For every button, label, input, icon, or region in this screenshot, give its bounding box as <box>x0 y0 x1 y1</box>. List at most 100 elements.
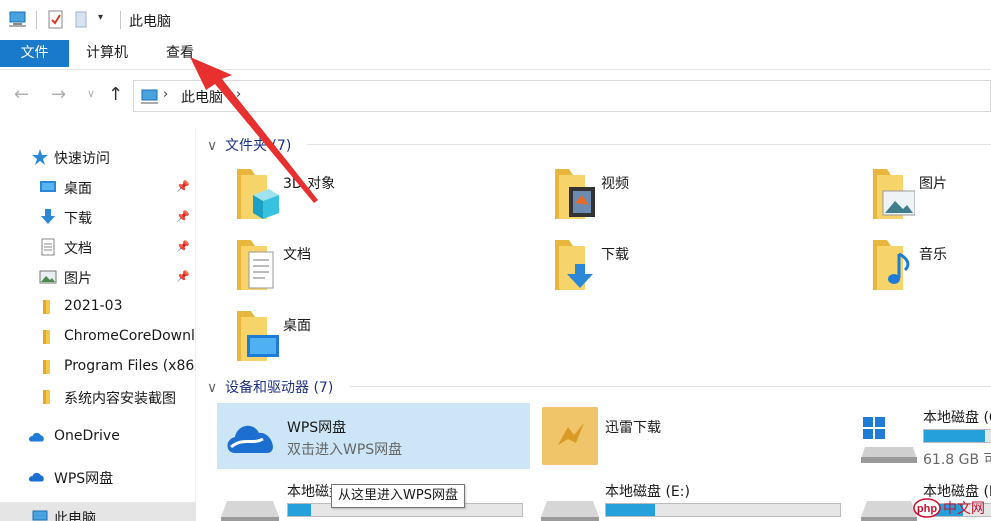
up-arrow-icon[interactable]: ↑ <box>108 84 123 105</box>
nav-item-pictures[interactable]: 图片 📌 <box>0 262 196 292</box>
window-title: 此电脑 <box>129 14 171 30</box>
svg-text:中文网: 中文网 <box>943 501 985 517</box>
chevron-down-icon[interactable]: ∨ <box>207 138 219 154</box>
divider-icon <box>36 11 37 29</box>
videos-folder-icon <box>555 169 595 219</box>
customize-quick-access-icon[interactable]: ▾ <box>98 12 103 23</box>
drive-xunlei[interactable]: 迅雷下载 <box>537 403 847 469</box>
nav-item-this-pc[interactable]: 此电脑 <box>0 502 196 521</box>
folders-section-header[interactable]: ∨ 文件夹 (7) <box>207 135 291 155</box>
desktop-folder-icon <box>237 311 279 361</box>
pin-icon[interactable]: 📌 <box>176 240 190 254</box>
computer-icon <box>9 11 26 27</box>
nav-item-desktop[interactable]: 桌面 📌 <box>0 172 196 202</box>
windows-drive-icon <box>861 417 917 463</box>
item-label: 下载 <box>601 247 629 263</box>
tab-computer[interactable]: 计算机 <box>86 40 128 68</box>
pin-icon[interactable]: 📌 <box>176 180 190 194</box>
folder-item-videos[interactable]: 视频 <box>529 165 829 229</box>
this-pc-icon <box>141 89 158 104</box>
drive-wps-cloud[interactable]: WPS网盘 双击进入WPS网盘 <box>217 403 530 469</box>
item-label: 文档 <box>283 247 311 263</box>
breadcrumb-chevron-icon[interactable]: › <box>236 87 241 102</box>
recent-locations-chevron-icon[interactable]: ∨ <box>87 87 95 100</box>
breadcrumb-chevron-icon[interactable]: › <box>163 87 168 102</box>
nav-label: 文档 <box>64 241 92 257</box>
drive-subtitle: 双击进入WPS网盘 <box>287 442 403 458</box>
back-arrow-icon[interactable]: ← <box>14 84 29 105</box>
nav-label: 桌面 <box>64 181 92 197</box>
breadcrumb-this-pc[interactable]: 此电脑 <box>181 87 223 107</box>
folder-item-3d-objects[interactable]: 3D 对象 <box>211 165 511 229</box>
item-label: 视频 <box>601 176 629 192</box>
nav-item-folder-2021-03[interactable]: 2021-03 <box>0 292 196 322</box>
item-label: 图片 <box>919 176 947 192</box>
folder-icon <box>43 330 50 344</box>
folder-item-downloads[interactable]: 下载 <box>529 236 829 300</box>
hard-drive-icon <box>221 501 279 521</box>
drive-name: 本地磁盘 (C:) <box>923 410 991 426</box>
folder-item-documents[interactable]: 文档 <box>211 236 511 300</box>
hard-drive-icon <box>541 501 599 521</box>
chevron-down-icon[interactable]: ∨ <box>207 380 219 396</box>
nav-item-folder-screenshots[interactable]: 系统内容安装截图 <box>0 382 196 412</box>
drive-local-e[interactable]: 本地磁盘 (E:) <box>537 477 847 521</box>
title-separator <box>120 11 121 29</box>
nav-label: 快速访问 <box>54 151 110 167</box>
wps-cloud-icon <box>227 425 273 453</box>
folder-icon <box>43 300 50 314</box>
drive-usage-bar <box>605 503 841 517</box>
wps-cloud-icon <box>29 472 44 482</box>
forward-arrow-icon[interactable]: → <box>51 84 66 105</box>
picture-icon <box>39 270 57 284</box>
pin-icon[interactable]: 📌 <box>176 210 190 224</box>
address-bar[interactable]: › 此电脑 › <box>133 80 991 112</box>
nav-item-quick-access[interactable]: 快速访问 <box>0 142 196 172</box>
tooltip: 从这里进入WPS网盘 <box>331 484 465 508</box>
drive-usage-fill <box>924 430 985 442</box>
item-label: 桌面 <box>283 318 311 334</box>
nav-label: 系统内容安装截图 <box>64 391 176 407</box>
properties-check-icon[interactable] <box>47 10 65 30</box>
section-divider <box>350 386 991 387</box>
nav-item-documents[interactable]: 文档 📌 <box>0 232 196 262</box>
tab-view[interactable]: 查看 <box>166 40 194 68</box>
downloads-folder-icon <box>555 240 593 290</box>
star-icon <box>32 149 48 165</box>
title-bar: ▾ 此电脑 <box>0 0 991 40</box>
section-title: 设备和驱动器 (7) <box>225 380 334 396</box>
document-icon <box>41 238 55 256</box>
pin-icon[interactable]: 📌 <box>176 270 190 284</box>
svg-text:php: php <box>917 503 937 515</box>
nav-label: 下载 <box>64 211 92 227</box>
section-title: 文件夹 (7) <box>225 138 292 154</box>
tab-file[interactable]: 文件 <box>0 40 69 67</box>
folder-item-music[interactable]: 音乐 <box>847 236 991 300</box>
nav-item-downloads[interactable]: 下载 📌 <box>0 202 196 232</box>
3d-objects-folder-icon <box>237 169 279 219</box>
drive-usage-fill <box>288 504 312 516</box>
nav-label: 2021-03 <box>64 298 123 314</box>
hard-drive-icon <box>861 501 917 521</box>
folder-icon <box>43 360 50 374</box>
desktop-icon <box>40 181 56 192</box>
nav-label: OneDrive <box>54 428 120 444</box>
address-row: ← → ∨ ↑ › 此电脑 › <box>0 70 991 122</box>
drive-usage-bar <box>923 429 991 443</box>
nav-item-wps-cloud[interactable]: WPS网盘 <box>0 462 196 492</box>
nav-item-onedrive[interactable]: OneDrive <box>0 422 196 452</box>
folder-item-desktop[interactable]: 桌面 <box>211 307 511 371</box>
nav-item-folder-program-files[interactable]: Program Files (x86) <box>0 352 196 382</box>
documents-folder-icon <box>237 240 274 290</box>
folder-item-pictures[interactable]: 图片 <box>847 165 991 229</box>
drive-local-c[interactable]: 本地磁盘 (C:) 61.8 GB 可用 <box>857 403 991 469</box>
folder-icon <box>43 390 50 404</box>
drive-name: 本地磁盘 (E:) <box>605 484 690 500</box>
pictures-folder-icon <box>873 169 915 219</box>
nav-label: Program Files (x86) <box>64 358 194 374</box>
drives-section-header[interactable]: ∨ 设备和驱动器 (7) <box>207 377 333 397</box>
nav-item-folder-chromecoredownloads[interactable]: ChromeCoreDownloads <box>0 322 196 352</box>
ribbon-tabs: 文件 计算机 查看 <box>0 40 991 70</box>
nav-label: WPS网盘 <box>54 471 114 487</box>
new-folder-icon[interactable] <box>73 10 89 30</box>
